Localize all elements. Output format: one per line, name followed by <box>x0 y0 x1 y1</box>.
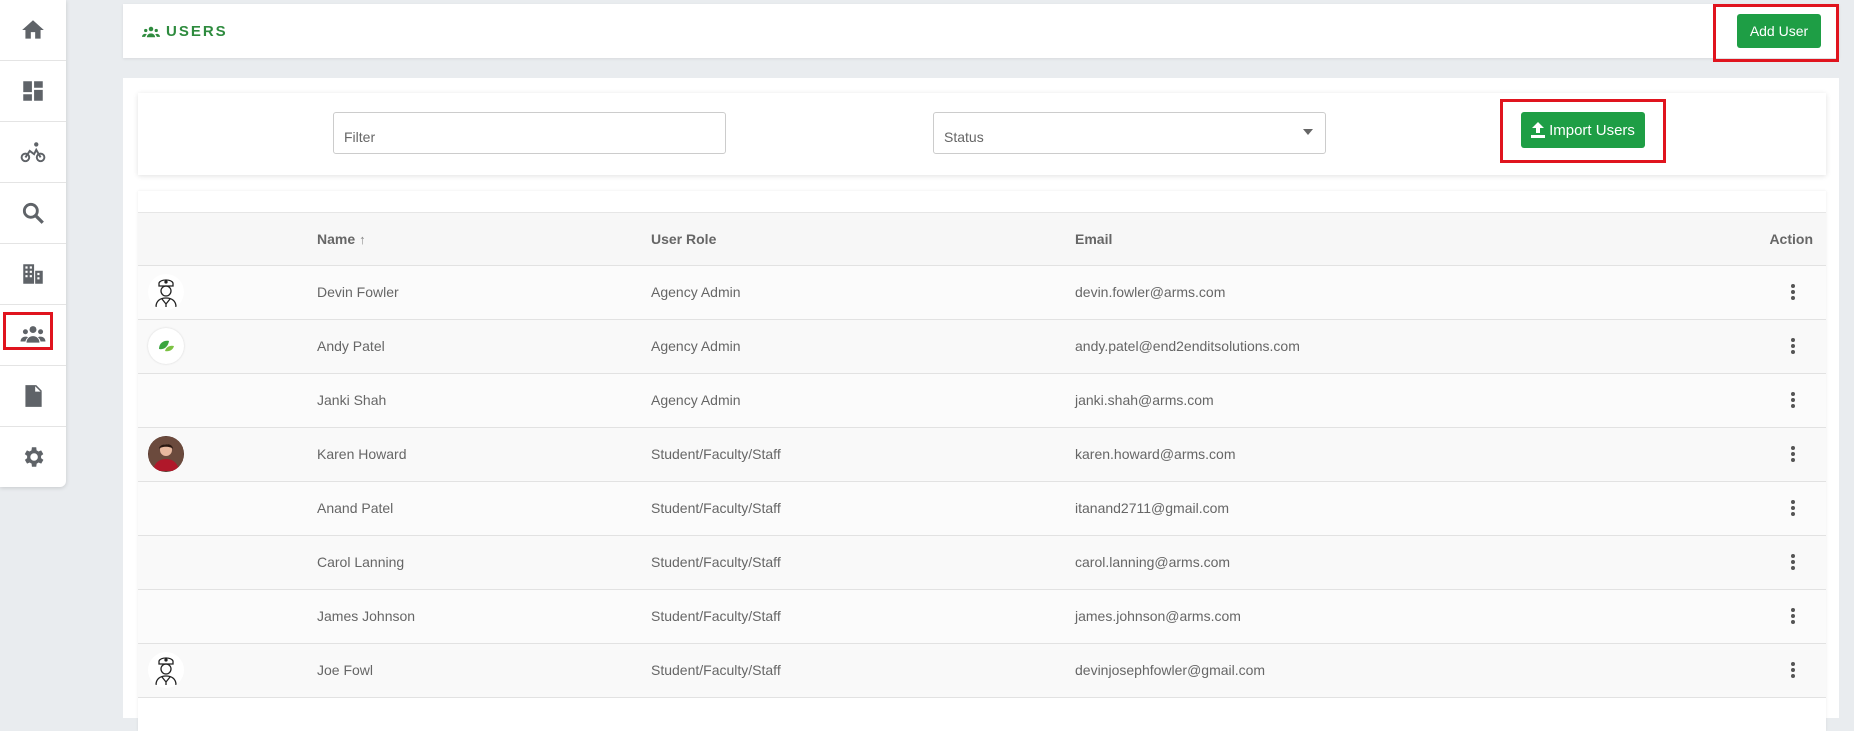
user-name: Devin Fowler <box>317 284 399 300</box>
table-header: Name ↑ User Role Email Action <box>138 213 1826 266</box>
user-role: Agency Admin <box>651 284 741 300</box>
sidebar-item-settings[interactable] <box>0 427 66 487</box>
status-select[interactable]: Status <box>933 112 1326 154</box>
column-header-role[interactable]: User Role <box>651 231 716 247</box>
sidebar-item-search[interactable] <box>0 183 66 244</box>
main-content: Status Import Users Name↑ User Role Emai… <box>123 78 1839 731</box>
table-row[interactable]: Andy Patel Agency Admin andy.patel@end2e… <box>138 320 1826 374</box>
upload-icon <box>1531 122 1546 138</box>
sidebar-item-home[interactable] <box>0 0 66 61</box>
column-header-name[interactable]: Name ↑ <box>317 231 366 247</box>
user-role: Student/Faculty/Staff <box>651 446 781 462</box>
users-table: Name ↑ User Role Email Action Devin Fowle… <box>138 191 1826 731</box>
more-vertical-icon[interactable] <box>1790 391 1796 409</box>
table-body: Devin Fowler Agency Admin devin.fowler@a… <box>138 266 1826 698</box>
user-email: carol.lanning@arms.com <box>1075 554 1231 570</box>
user-role: Student/Faculty/Staff <box>651 662 781 678</box>
more-vertical-icon[interactable] <box>1790 661 1796 679</box>
sidebar-item-reports[interactable] <box>0 366 66 427</box>
column-header-action: Action <box>1769 231 1813 247</box>
chevron-down-icon <box>1303 129 1313 135</box>
table-toolbar <box>138 191 1826 213</box>
filter-input[interactable] <box>334 113 725 153</box>
search-icon <box>22 202 44 224</box>
add-user-button[interactable]: Add User <box>1737 14 1821 48</box>
user-name: Anand Patel <box>317 500 394 516</box>
leaf-logo-icon <box>148 328 184 364</box>
filter-field <box>333 112 726 154</box>
sidebar-item-bicycle[interactable] <box>0 122 66 183</box>
table-row[interactable]: Janki Shah Agency Admin janki.shah@arms.… <box>138 374 1826 428</box>
user-email: janki.shah@arms.com <box>1075 392 1214 408</box>
report-icon <box>25 385 42 407</box>
more-vertical-icon[interactable] <box>1790 337 1796 355</box>
more-vertical-icon[interactable] <box>1790 607 1796 625</box>
page-title: USERS <box>142 23 228 40</box>
user-name: Andy Patel <box>317 338 385 354</box>
highlight-box <box>3 312 53 350</box>
sidebar-item-users[interactable] <box>0 305 66 366</box>
user-email: itanand2711@gmail.com <box>1075 500 1230 516</box>
sidebar <box>0 0 66 487</box>
table-row[interactable]: Carol Lanning Student/Faculty/Staff caro… <box>138 536 1826 590</box>
user-role: Student/Faculty/Staff <box>651 500 781 516</box>
sidebar-item-dashboard[interactable] <box>0 61 66 122</box>
sidebar-item-buildings[interactable] <box>0 244 66 305</box>
user-name: Janki Shah <box>317 392 387 408</box>
import-users-label: Import Users <box>1549 121 1635 139</box>
more-vertical-icon[interactable] <box>1790 283 1796 301</box>
user-name: Karen Howard <box>317 446 407 462</box>
gear-icon <box>24 447 44 467</box>
user-name: Joe Fowl <box>317 662 374 678</box>
page-title-text: USERS <box>166 23 228 40</box>
user-email: james.johnson@arms.com <box>1075 608 1241 624</box>
bicycle-icon <box>20 142 46 163</box>
more-vertical-icon[interactable] <box>1790 445 1796 463</box>
user-role: Agency Admin <box>651 338 741 354</box>
column-name-label: Name <box>317 231 356 247</box>
user-name: James Johnson <box>317 608 416 624</box>
page-header: USERS Add User <box>123 4 1839 62</box>
table-row[interactable]: Anand Patel Student/Faculty/Staff itanan… <box>138 482 1826 536</box>
building-icon <box>23 264 43 284</box>
avatar-photo <box>148 436 184 472</box>
column-header-email[interactable]: Email <box>1075 231 1112 247</box>
user-name: Carol Lanning <box>317 554 405 570</box>
user-role: Student/Faculty/Staff <box>651 608 781 624</box>
user-role: Agency Admin <box>651 392 741 408</box>
users-icon <box>142 26 160 37</box>
sort-arrow-up-icon: ↑ <box>359 232 366 247</box>
import-users-button[interactable]: Import Users <box>1521 112 1645 148</box>
user-email: devin.fowler@arms.com <box>1075 284 1226 300</box>
filter-bar: Status Import Users <box>138 93 1826 175</box>
user-role: Student/Faculty/Staff <box>651 554 781 570</box>
user-email: devinjosephfowler@gmail.com <box>1075 662 1266 678</box>
status-select-value: Status <box>944 129 984 145</box>
officer-icon <box>148 274 184 310</box>
table-row[interactable]: Karen Howard Student/Faculty/Staff karen… <box>138 428 1826 482</box>
user-email: karen.howard@arms.com <box>1075 446 1236 462</box>
table-row[interactable]: Joe Fowl Student/Faculty/Staff devinjose… <box>138 644 1826 698</box>
more-vertical-icon[interactable] <box>1790 553 1796 571</box>
table-row[interactable]: Devin Fowler Agency Admin devin.fowler@a… <box>138 266 1826 320</box>
home-icon <box>22 20 44 39</box>
more-vertical-icon[interactable] <box>1790 499 1796 517</box>
table-row[interactable]: James Johnson Student/Faculty/Staff jame… <box>138 590 1826 644</box>
officer-icon <box>148 652 184 688</box>
dashboard-icon <box>23 81 43 101</box>
user-email: andy.patel@end2enditsolutions.com <box>1075 338 1300 354</box>
